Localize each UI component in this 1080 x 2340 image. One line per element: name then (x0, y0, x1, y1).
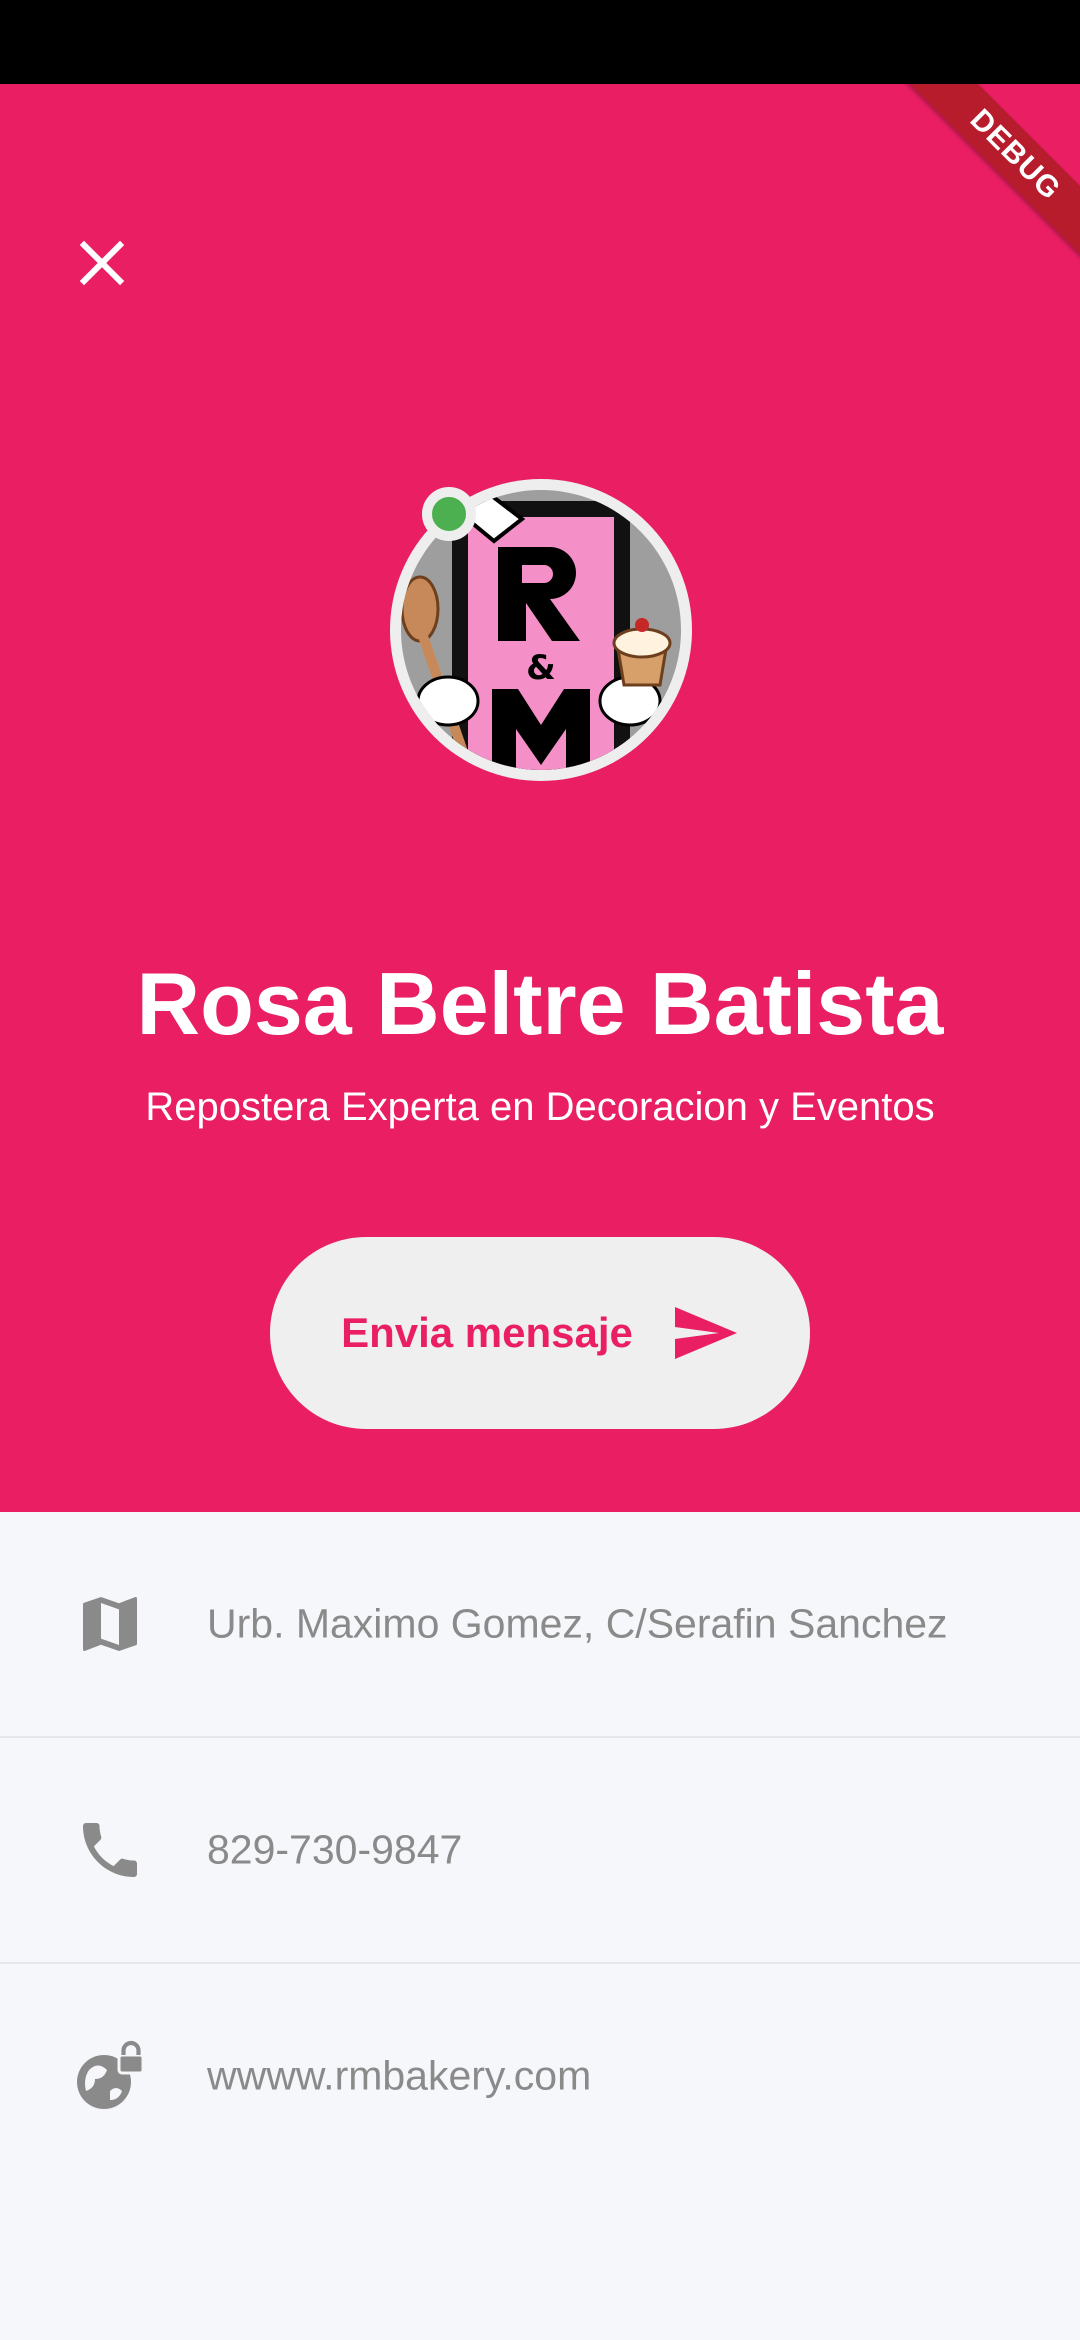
send-message-label: Envia mensaje (341, 1309, 633, 1356)
contact-info-list: Urb. Maximo Gomez, C/Serafin Sanchez 829… (0, 1512, 1080, 2188)
close-icon (79, 240, 125, 286)
profile-header: DEBUG & Rosa Beltre Batista Repostera Ex… (0, 84, 1080, 1512)
contact-item-phone[interactable]: 829-730-9847 (0, 1738, 1080, 1964)
avatar[interactable]: & (390, 479, 692, 781)
website-text: wwww.rmbakery.com (207, 2052, 592, 2099)
map-icon (83, 1597, 137, 1651)
status-bar (0, 0, 1080, 84)
phone-icon (83, 1823, 137, 1877)
profile-title: Repostera Experta en Decoracion y Evento… (145, 1085, 935, 1129)
online-status-indicator (422, 487, 476, 541)
svg-text:&: & (526, 648, 556, 688)
phone-text: 829-730-9847 (207, 1826, 463, 1873)
contact-item-address[interactable]: Urb. Maximo Gomez, C/Serafin Sanchez (0, 1512, 1080, 1738)
contact-item-website[interactable]: wwww.rmbakery.com (0, 1964, 1080, 2188)
close-button[interactable] (62, 223, 142, 303)
address-text: Urb. Maximo Gomez, C/Serafin Sanchez (207, 1600, 948, 1647)
send-message-button[interactable]: Envia mensaje (270, 1237, 810, 1429)
globe-lock-icon (77, 2040, 145, 2109)
debug-banner: DEBUG (891, 84, 1080, 279)
profile-name: Rosa Beltre Batista (136, 954, 944, 1053)
send-icon (674, 1307, 737, 1359)
